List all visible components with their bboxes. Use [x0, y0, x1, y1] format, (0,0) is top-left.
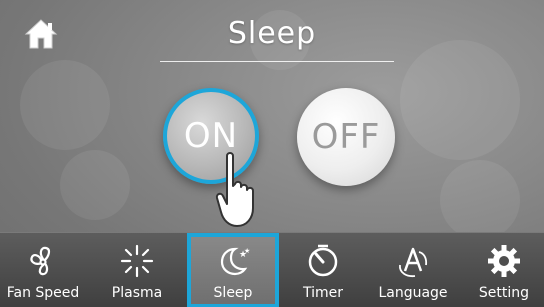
bokeh-decoration	[440, 160, 520, 240]
fan-icon	[30, 246, 51, 276]
bokeh-decoration	[400, 40, 520, 160]
title-divider	[160, 61, 394, 62]
dock-item-label: Fan Speed	[6, 285, 80, 301]
dock-item-label: Language	[378, 285, 448, 301]
plasma-icon	[120, 244, 154, 278]
dock-item-language[interactable]: Language	[373, 233, 453, 307]
dock-item-fan-speed[interactable]: Fan Speed	[3, 233, 83, 307]
off-button[interactable]: OFF	[297, 88, 395, 186]
dock-item-label: Setting	[478, 285, 530, 301]
pointing-hand-icon	[215, 152, 254, 227]
bottom-dock: Fan Speed Plasma ★ ★ Sleep Timer Languag…	[0, 232, 544, 307]
dock-item-label: Sleep	[213, 285, 253, 301]
sleep-screen: Sleep ON OFF Fan Speed Plasma ★ ★ Sleep …	[0, 0, 544, 307]
dock-item-timer[interactable]: Timer	[283, 233, 363, 307]
dock-item-label: Timer	[302, 285, 344, 301]
dock-item-label: Plasma	[111, 285, 163, 301]
page-title: Sleep	[227, 16, 317, 51]
dock-item-sleep[interactable]: ★ ★ Sleep	[187, 233, 279, 307]
dock-item-plasma[interactable]: Plasma	[97, 233, 177, 307]
gear-icon	[488, 245, 520, 277]
language-icon	[399, 247, 428, 278]
svg-text:★: ★	[244, 247, 250, 255]
bokeh-decoration	[60, 150, 130, 220]
dock-item-setting[interactable]: Setting	[464, 233, 544, 307]
bokeh-decoration	[20, 60, 110, 150]
moon-stars-icon: ★ ★	[220, 247, 250, 276]
timer-icon	[308, 244, 338, 277]
